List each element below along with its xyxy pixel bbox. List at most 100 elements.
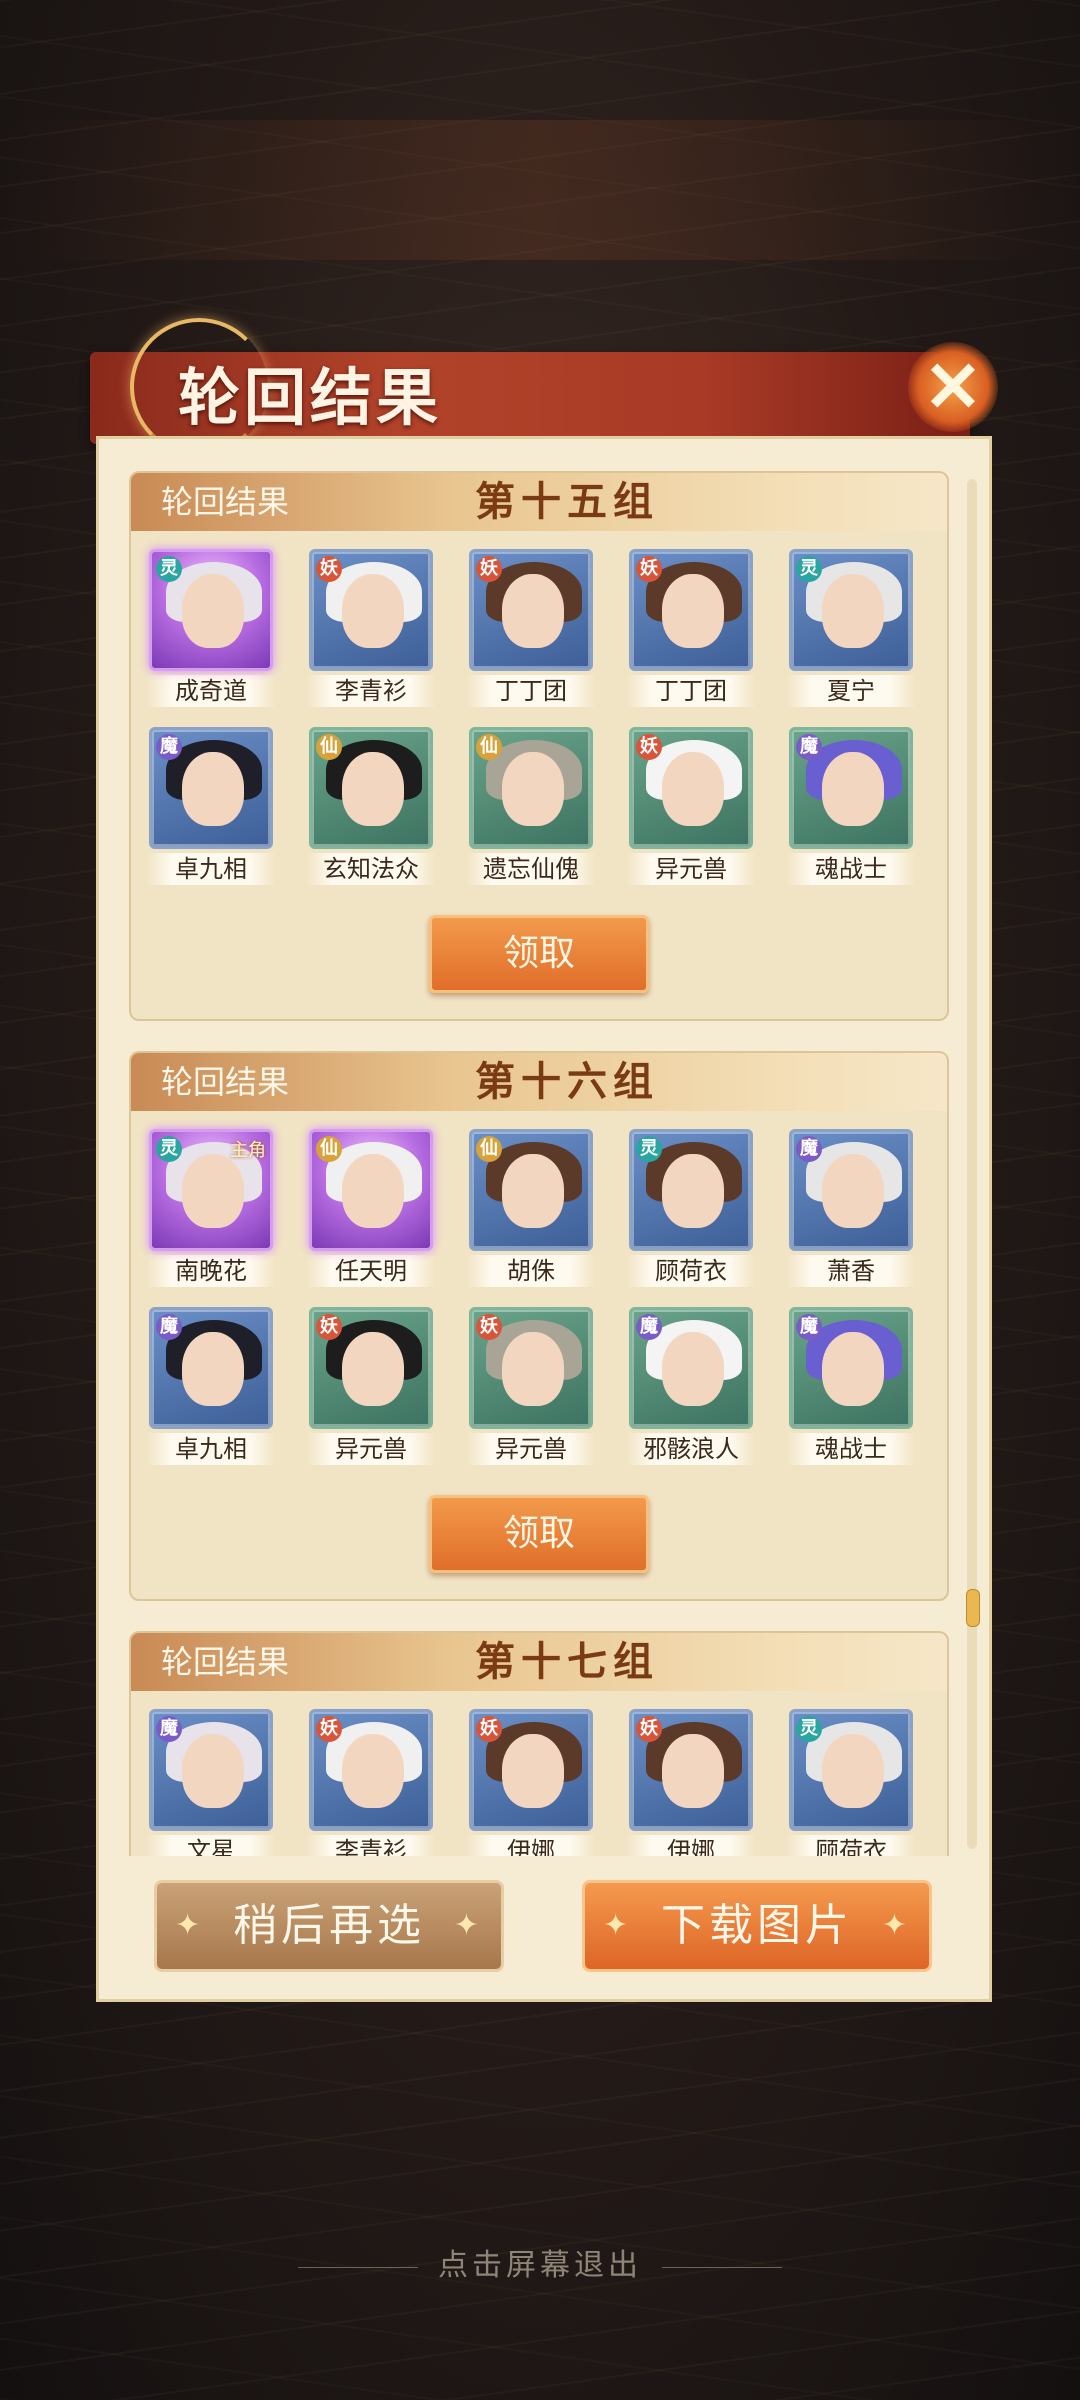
diamond-icon: ✦ [453,1908,483,1943]
faction-badge: 妖 [636,556,662,582]
character-card[interactable]: 妖李青衫 [291,1709,451,1856]
character-name: 卓九相 [146,1433,276,1465]
page-title: 轮回结果 [178,361,443,434]
character-name: 卓九相 [146,853,276,885]
scrollbar-thumb[interactable] [966,1589,980,1627]
portrait-face [502,1332,564,1406]
portrait-face [342,574,404,648]
character-card[interactable]: 妖丁丁团 [451,549,611,707]
character-card[interactable]: 魔卓九相 [131,1307,291,1465]
character-card[interactable]: 妖李青衫 [291,549,451,707]
portrait-face [662,1332,724,1406]
character-card[interactable]: 妖丁丁团 [611,549,771,707]
character-card[interactable]: 灵夏宁 [771,549,931,707]
character-portrait: 妖 [469,549,593,671]
portrait-face [502,1154,564,1228]
result-group: 轮回结果 第十五组灵成奇道妖李青衫妖丁丁团妖丁丁团灵夏宁魔卓九相仙玄知法众仙遗忘仙… [129,471,949,1021]
portrait-face [182,574,244,648]
character-card[interactable]: 魔文星 [131,1709,291,1856]
character-card[interactable]: 魔卓九相 [131,727,291,885]
faction-badge: 灵 [156,556,182,582]
faction-badge: 妖 [476,556,502,582]
character-card[interactable]: 魔魂战士 [771,727,931,885]
character-name: 胡侏 [466,1255,596,1287]
faction-badge: 仙 [316,1136,342,1162]
results-panel: 轮回结果 第十五组灵成奇道妖李青衫妖丁丁团妖丁丁团灵夏宁魔卓九相仙玄知法众仙遗忘仙… [96,436,992,2002]
character-portrait: 妖 [309,549,433,671]
character-portrait: 仙 [309,727,433,849]
character-name: 魂战士 [786,1433,916,1465]
character-card[interactable]: 灵 主角 南晚花 [131,1129,291,1287]
group-title: 第十五组 [475,478,659,525]
portrait-face [502,1734,564,1808]
portrait-face [502,574,564,648]
faction-badge: 魔 [636,1314,662,1340]
character-portrait: 灵 主角 [149,1129,273,1251]
claim-button[interactable]: 领取 [429,1495,649,1573]
close-button[interactable]: ✕ [898,332,1008,442]
character-portrait: 灵 [789,549,913,671]
portrait-face [822,752,884,826]
character-name: 成奇道 [146,675,276,707]
character-card[interactable]: 妖异元兽 [291,1307,451,1465]
character-portrait: 妖 [309,1307,433,1429]
choose-later-label: 稍后再选 [233,1900,425,1951]
faction-badge: 魔 [796,1136,822,1162]
character-card[interactable]: 妖伊娜 [611,1709,771,1856]
character-portrait: 魔 [149,727,273,849]
group-header: 轮回结果 第十七组 [131,1633,947,1691]
character-card[interactable]: 仙胡侏 [451,1129,611,1287]
character-name: 任天明 [306,1255,436,1287]
character-portrait: 魔 [789,727,913,849]
character-name: 异元兽 [466,1433,596,1465]
faction-badge: 仙 [476,1136,502,1162]
character-portrait: 妖 [469,1307,593,1429]
character-card[interactable]: 灵顾荷衣 [611,1129,771,1287]
character-portrait: 妖 [629,727,753,849]
faction-badge: 妖 [316,1314,342,1340]
exit-hint[interactable]: 点击屏幕退出 [0,2240,1080,2284]
faction-badge: 魔 [796,1314,822,1340]
character-portrait: 妖 [629,549,753,671]
scrollbar[interactable] [966,479,980,1849]
character-portrait: 妖 [629,1709,753,1831]
character-card[interactable]: 妖异元兽 [611,727,771,885]
character-name: 顾荷衣 [786,1835,916,1856]
character-portrait: 灵 [789,1709,913,1831]
claim-button[interactable]: 领取 [429,915,649,993]
character-name: 文星 [146,1835,276,1856]
faction-badge: 妖 [316,1716,342,1742]
character-card[interactable]: 仙任天明 [291,1129,451,1287]
portrait-face [662,1154,724,1228]
results-scroll-list[interactable]: 轮回结果 第十五组灵成奇道妖李青衫妖丁丁团妖丁丁团灵夏宁魔卓九相仙玄知法众仙遗忘仙… [129,471,949,1856]
character-card[interactable]: 魔萧香 [771,1129,931,1287]
character-card[interactable]: 灵成奇道 [131,549,291,707]
faction-badge: 妖 [636,1716,662,1742]
character-card[interactable]: 妖异元兽 [451,1307,611,1465]
character-portrait: 仙 [309,1129,433,1251]
character-card[interactable]: 灵顾荷衣 [771,1709,931,1856]
character-portrait: 魔 [629,1307,753,1429]
faction-badge: 妖 [476,1716,502,1742]
character-card[interactable]: 妖伊娜 [451,1709,611,1856]
character-card[interactable]: 魔魂战士 [771,1307,931,1465]
group-header: 轮回结果 第十六组 [131,1053,947,1111]
character-portrait: 仙 [469,727,593,849]
close-icon: ✕ [923,345,983,428]
portrait-face [662,574,724,648]
character-name: 邪骸浪人 [626,1433,756,1465]
character-card[interactable]: 仙遗忘仙傀 [451,727,611,885]
character-portrait: 灵 [149,549,273,671]
portrait-face [502,752,564,826]
character-card[interactable]: 魔邪骸浪人 [611,1307,771,1465]
download-image-button[interactable]: ✦ 下载图片 ✦ [582,1880,932,1972]
group-title: 第十六组 [475,1058,659,1105]
faction-badge: 灵 [796,556,822,582]
character-portrait: 妖 [309,1709,433,1831]
choose-later-button[interactable]: ✦ 稍后再选 ✦ [154,1880,504,1972]
character-portrait: 魔 [789,1307,913,1429]
character-name: 异元兽 [626,853,756,885]
character-card[interactable]: 仙玄知法众 [291,727,451,885]
portrait-face [822,574,884,648]
character-portrait: 仙 [469,1129,593,1251]
